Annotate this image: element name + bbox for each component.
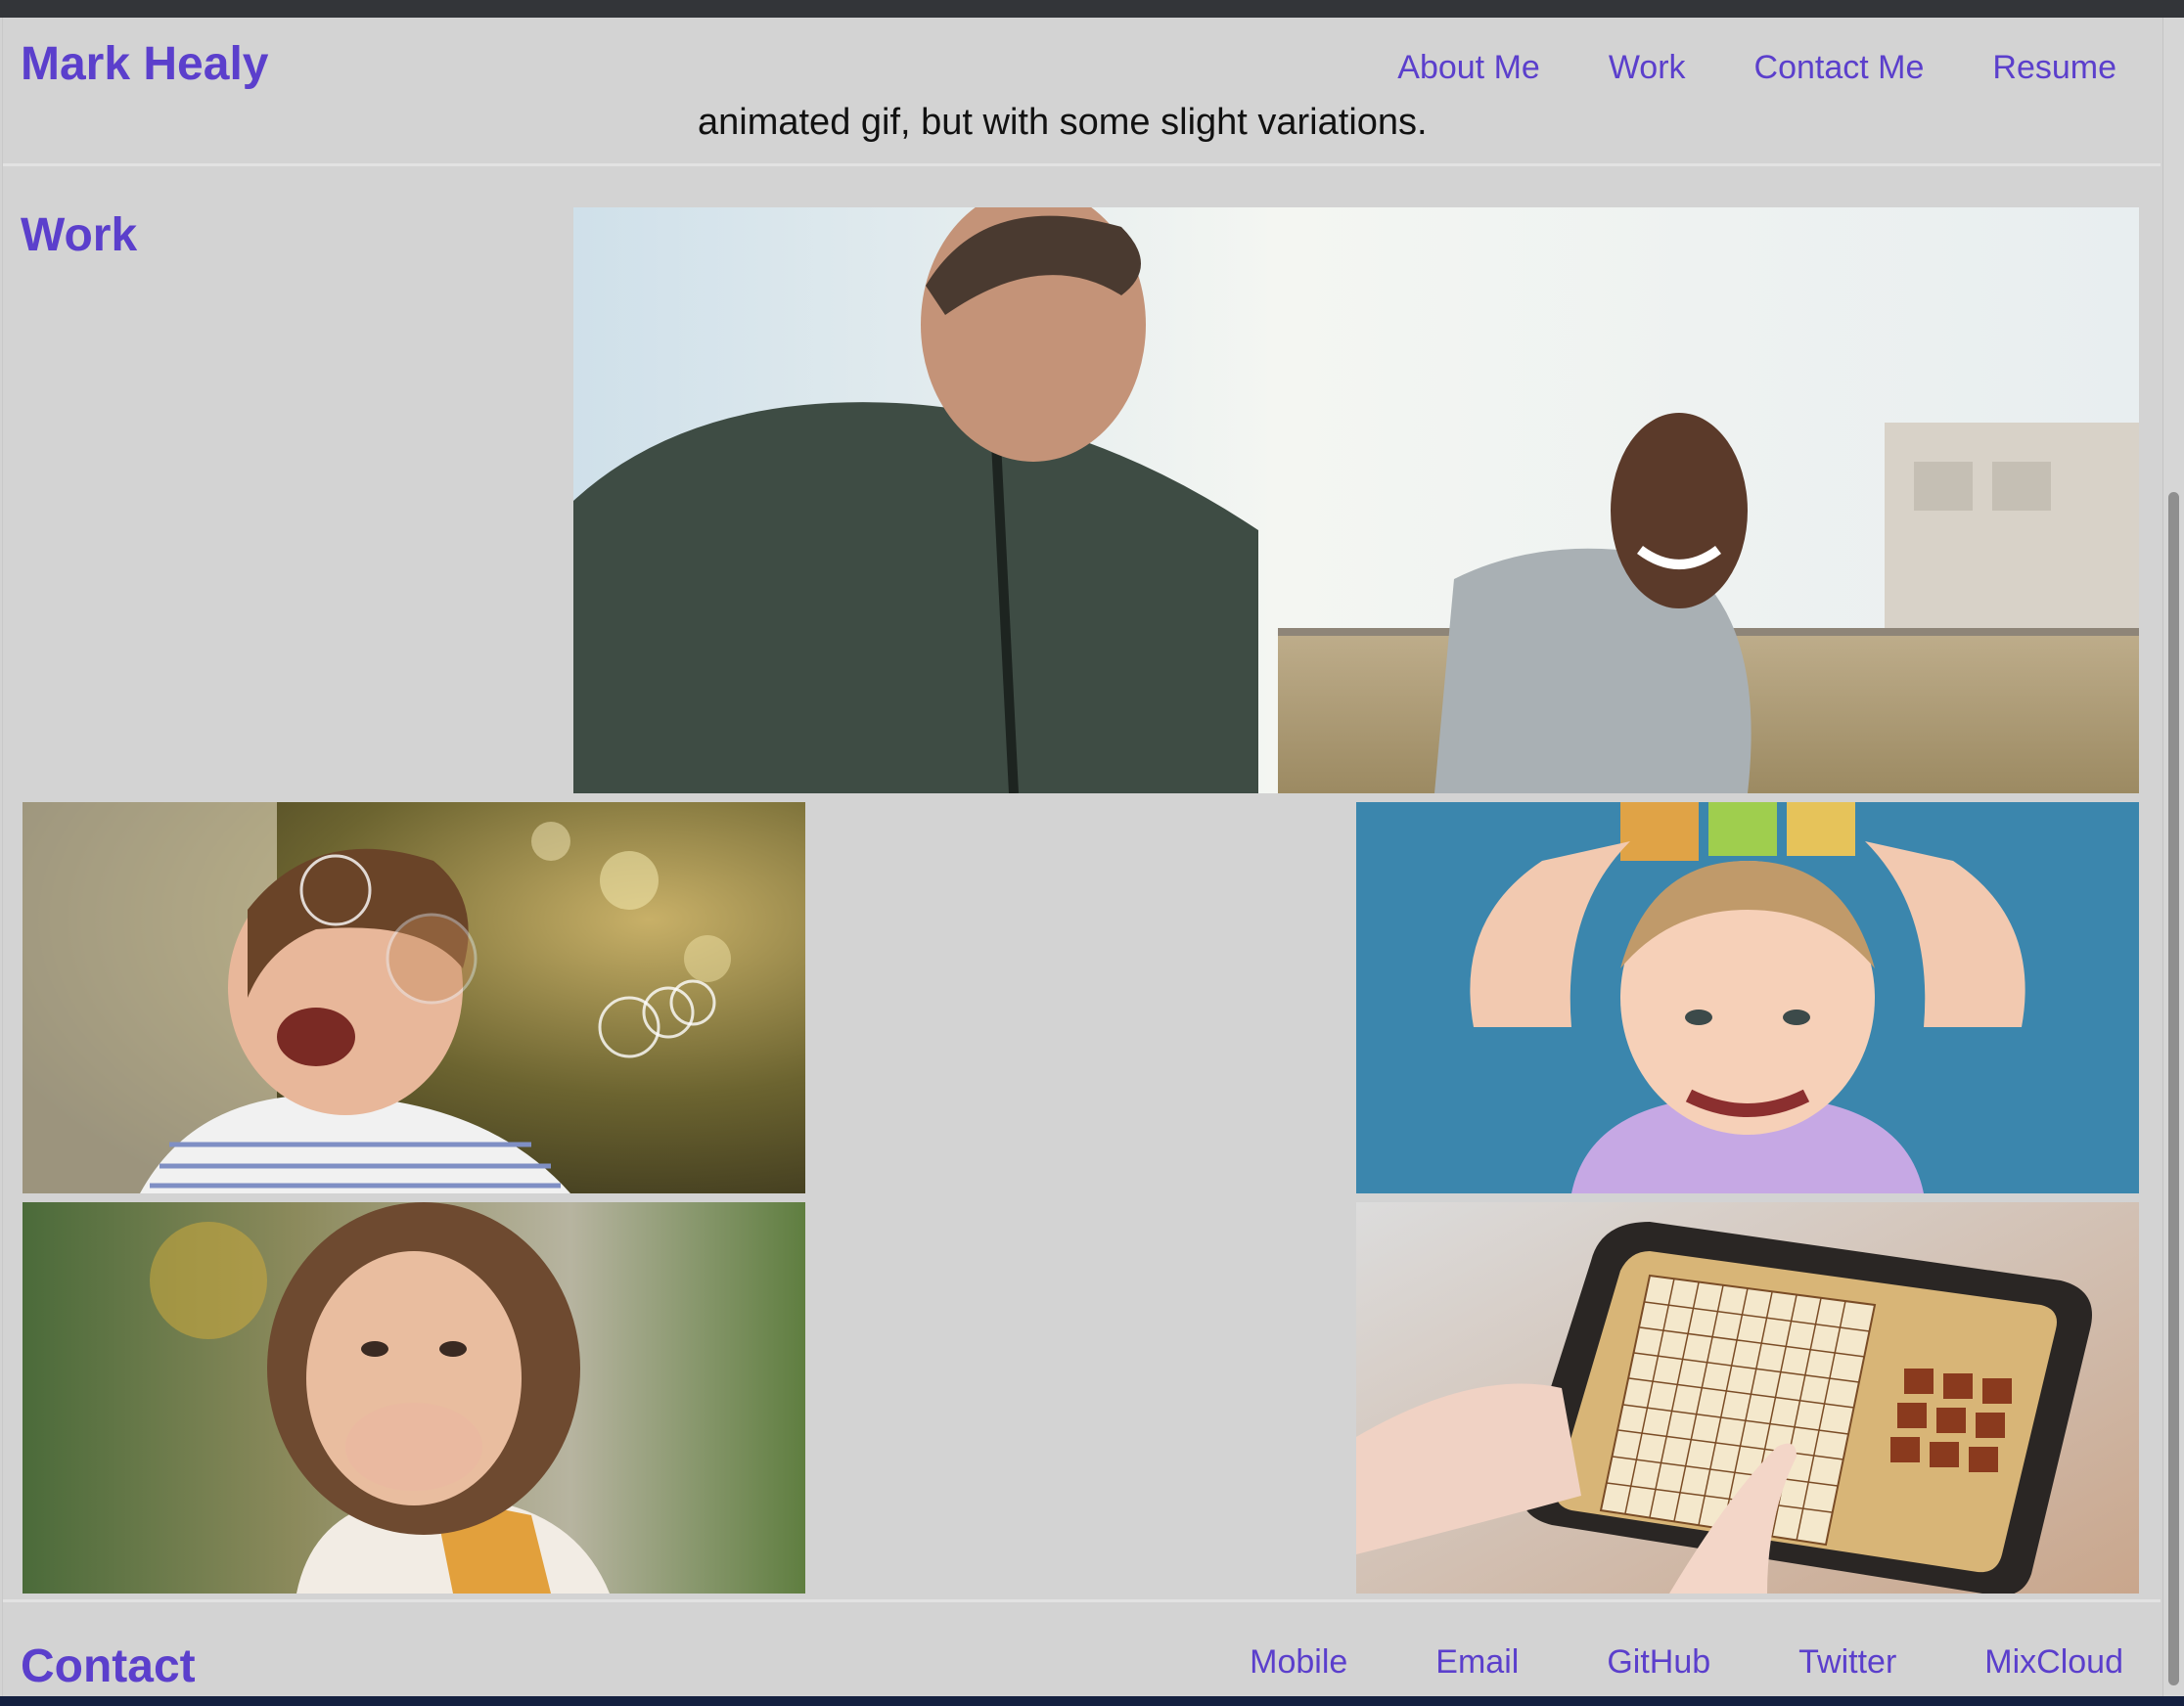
contact-link-mobile[interactable]: Mobile <box>1250 1643 1347 1682</box>
laughing-girl-image <box>23 1202 805 1594</box>
nav-resume[interactable]: Resume <box>1992 49 2116 87</box>
work-section: Work <box>3 169 2161 1617</box>
scrolled-paragraph-text: animated gif, but with some slight varia… <box>698 102 1428 143</box>
nav-about-me[interactable]: About Me <box>1397 49 1540 87</box>
contact-links: Mobile Email GitHub Twitter MixCloud <box>1161 1643 2123 1682</box>
nav-work[interactable]: Work <box>1609 49 1686 87</box>
contact-footer: Contact Mobile Email GitHub Twitter MixC… <box>3 1602 2161 1696</box>
boy-with-bubbles-image <box>23 802 805 1193</box>
vertical-scrollbar[interactable] <box>2162 18 2184 1696</box>
contact-link-twitter[interactable]: Twitter <box>1798 1643 1896 1682</box>
boy-with-bubbles-photo[interactable] <box>23 802 805 1193</box>
contact-link-mixcloud[interactable]: MixCloud <box>1984 1643 2123 1682</box>
work-heading: Work <box>21 209 138 261</box>
site-header: animated gif, but with some slight varia… <box>3 18 2161 166</box>
nav-contact-me[interactable]: Contact Me <box>1754 49 1925 87</box>
girl-with-abc-blocks-image <box>1356 802 2139 1193</box>
site-title-link[interactable]: Mark Healy <box>21 37 268 91</box>
main-nav: About Me Work Contact Me Resume <box>1329 49 2116 87</box>
window-top-bar <box>0 0 2184 18</box>
sudoku-tablet-image <box>1356 1202 2139 1594</box>
sudoku-tablet-photo[interactable] <box>1356 1202 2139 1594</box>
contact-heading: Contact <box>21 1640 196 1692</box>
desktop-background-strip <box>0 1696 2184 1706</box>
two-men-running-photo[interactable] <box>573 207 2139 793</box>
scrollbar-thumb[interactable] <box>2168 492 2179 1685</box>
contact-link-email[interactable]: Email <box>1435 1643 1519 1682</box>
girl-with-abc-blocks-photo[interactable] <box>1356 802 2139 1193</box>
browser-window: animated gif, but with some slight varia… <box>0 0 2184 1706</box>
laughing-girl-photo[interactable] <box>23 1202 805 1594</box>
contact-link-github[interactable]: GitHub <box>1607 1643 1710 1682</box>
two-men-running-image <box>573 207 2139 793</box>
page: animated gif, but with some slight varia… <box>2 18 2161 1696</box>
